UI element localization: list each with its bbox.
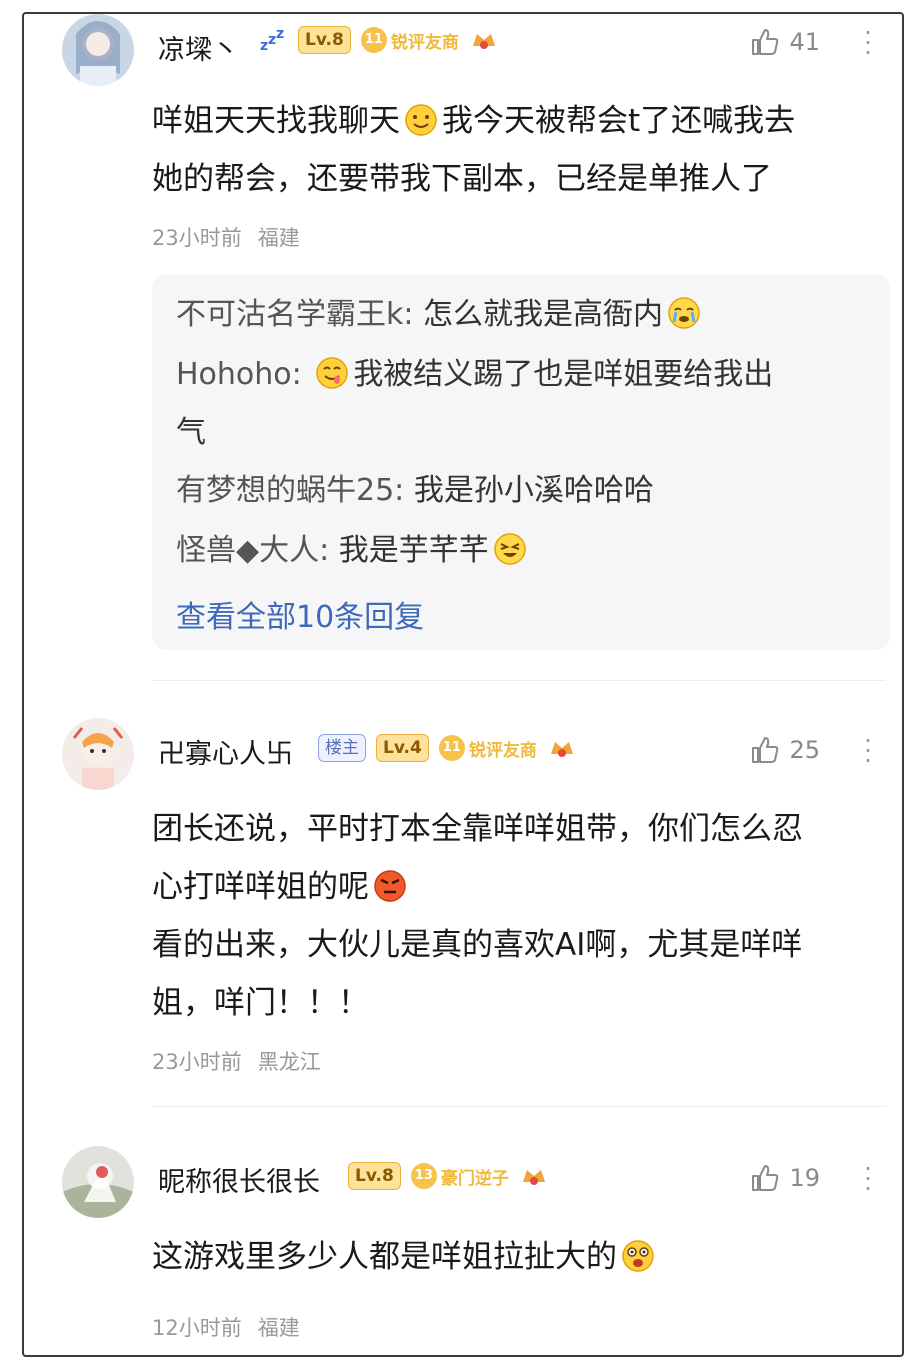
location: 福建	[257, 1316, 300, 1340]
comment-list: 凉墚丶 z z z Lv.8 11 锐评友商 41 · · · 咩姐天天找我聊天…	[22, 12, 904, 1357]
like-button[interactable]: 19	[749, 1162, 820, 1194]
reply-text: 气	[176, 415, 206, 450]
text-line: 心打咩咩姐的呢	[152, 869, 369, 905]
reply-item[interactable]: 不可沽名学霸王k: 怎么就我是高衙内	[176, 286, 866, 344]
avatar[interactable]	[62, 14, 134, 86]
timestamp: 12小时前	[152, 1316, 242, 1340]
like-count: 25	[789, 736, 820, 764]
user-badges: 楼主 Lv.4 11 锐评友商	[318, 734, 577, 762]
text-line: 这游戏里多少人都是咩姐拉扯大的	[152, 1239, 617, 1275]
location: 黑龙江	[257, 1050, 321, 1074]
comment-text: 咩姐天天找我聊天 我今天被帮会t了还喊我去 她的帮会，还要带我下副本，已经是单推人…	[152, 92, 892, 208]
reply-text: 我是芋芊芊	[338, 533, 489, 568]
reply-item[interactable]: 有梦想的蜗牛25: 我是孙小溪哈哈哈	[176, 462, 866, 520]
svg-text:z: z	[268, 32, 276, 48]
more-vertical-icon[interactable]: · · ·	[864, 729, 872, 773]
timestamp: 23小时前	[152, 226, 242, 250]
reply-author[interactable]: 怪兽◆大人:	[176, 533, 329, 568]
comment-text: 团长还说，平时打本全靠咩咩姐带，你们怎么忍 心打咩咩姐的呢 看的出来，大伙儿是真…	[152, 800, 892, 1032]
fan-title: 豪门逆子	[440, 1168, 509, 1189]
fan-level: 13	[410, 1163, 437, 1189]
location: 福建	[257, 226, 300, 250]
fan-title: 锐评友商	[390, 32, 459, 53]
text-line: 团长还说，平时打本全靠咩咩姐带，你们怎么忍	[152, 811, 803, 847]
fan-badge: 13 豪门逆子	[410, 1163, 509, 1189]
fan-title: 锐评友商	[468, 740, 537, 761]
divider	[152, 680, 886, 681]
comment-meta: 12小时前 福建	[152, 1312, 300, 1342]
like-count: 41	[789, 28, 820, 56]
reply-author[interactable]: 不可沽名学霸王k:	[176, 297, 413, 332]
reply-item[interactable]: 怪兽◆大人: 我是芋芊芊	[176, 522, 866, 580]
reply-author[interactable]: Hohoho:	[176, 357, 302, 392]
game-badge-icon	[472, 34, 495, 49]
game-badge-icon	[550, 742, 573, 757]
reply-item[interactable]: Hohoho: 我被结义踢了也是咩姐要给我出 气	[176, 346, 866, 462]
svg-text:z: z	[276, 26, 284, 42]
comment-meta: 23小时前 黑龙江	[152, 1046, 321, 1076]
divider	[152, 1106, 886, 1107]
username[interactable]: 昵称很长很长	[158, 1160, 320, 1199]
text-line: 我今天被帮会t了还喊我去	[442, 103, 796, 139]
text-line: 咩姐天天找我聊天	[152, 103, 400, 139]
timestamp: 23小时前	[152, 1050, 242, 1074]
more-vertical-icon[interactable]: · · ·	[864, 21, 872, 65]
fan-badge: 11 锐评友商	[438, 735, 537, 761]
more-vertical-icon[interactable]: · · ·	[864, 1157, 872, 1201]
text-line: 看的出来，大伙儿是真的喜欢AI啊，尤其是咩咩	[152, 927, 803, 963]
avatar[interactable]	[62, 718, 134, 790]
owner-badge: 楼主	[318, 734, 366, 762]
view-all-replies-link[interactable]: 查看全部10条回复	[176, 592, 424, 636]
svg-text:z: z	[260, 38, 268, 54]
thumbs-up-icon	[752, 1165, 779, 1191]
like-count: 19	[789, 1164, 820, 1192]
reply-author[interactable]: 有梦想的蜗牛25:	[176, 473, 404, 508]
fan-badge: 11 锐评友商	[360, 27, 459, 53]
thumbs-up-icon	[752, 29, 779, 55]
angry-emoji-icon	[374, 870, 406, 902]
game-badge-icon	[522, 1170, 545, 1185]
fan-level: 11	[438, 735, 465, 761]
surprised-emoji-icon	[622, 1240, 654, 1272]
cry-emoji-icon	[668, 297, 700, 329]
level-badge: Lv.8	[298, 26, 351, 54]
comment-meta: 23小时前 福建	[152, 222, 300, 252]
like-button[interactable]: 25	[749, 734, 820, 766]
laugh-cry-emoji-icon	[493, 533, 526, 565]
username[interactable]: 凉墚丶	[158, 28, 239, 67]
reply-text: 我是孙小溪哈哈哈	[413, 473, 654, 508]
like-button[interactable]: 41	[749, 26, 820, 58]
user-badges: Lv.8 13 豪门逆子	[348, 1162, 549, 1190]
user-badges: z z z Lv.8 11 锐评友商	[258, 26, 499, 54]
fan-level: 11	[360, 27, 387, 53]
reply-box: 不可沽名学霸王k: 怎么就我是高衙内 Hohoho: 我被结义踢了也是咩姐要给我…	[152, 274, 890, 650]
text-line: 姐，咩门！！！	[152, 985, 369, 1021]
reply-text: 我被结义踢了也是咩姐要给我出	[353, 357, 774, 392]
text-line: 她的帮会，还要带我下副本，已经是单推人了	[152, 161, 772, 197]
level-badge: Lv.4	[376, 734, 429, 762]
zzz-icon: z z z	[260, 26, 284, 54]
smile-emoji-icon	[405, 104, 437, 136]
thumbs-up-icon	[752, 737, 779, 763]
yum-emoji-icon	[316, 357, 349, 389]
username[interactable]: 卍寡心人卐	[158, 732, 293, 771]
comment-text: 这游戏里多少人都是咩姐拉扯大的	[152, 1228, 892, 1286]
avatar[interactable]	[62, 1146, 134, 1218]
reply-text: 怎么就我是高衙内	[423, 297, 664, 332]
level-badge: Lv.8	[348, 1162, 401, 1190]
